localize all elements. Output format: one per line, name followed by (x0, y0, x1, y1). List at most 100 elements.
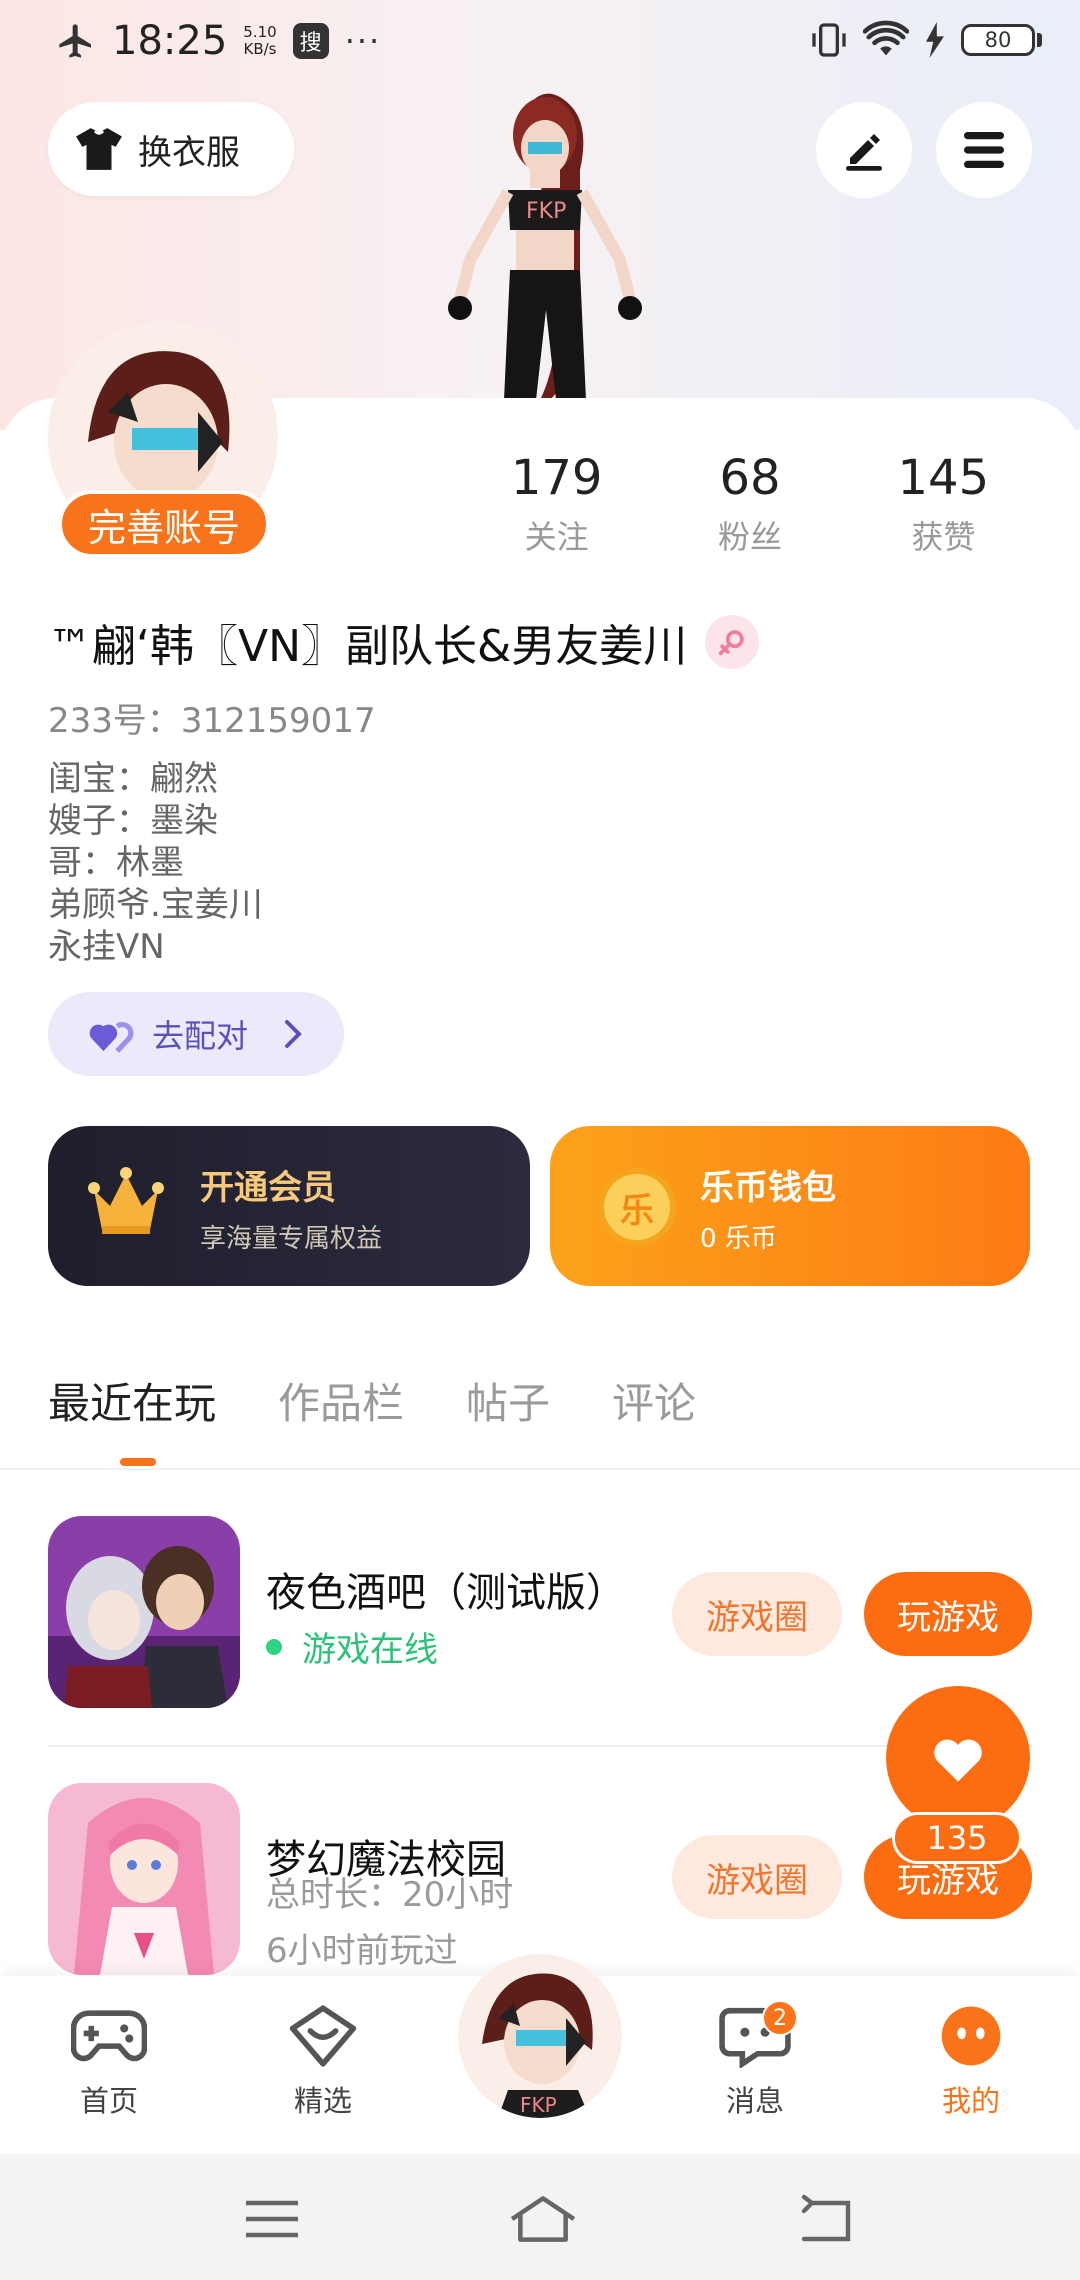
complete-account-button[interactable]: 完善账号 (58, 490, 270, 558)
stat-followers[interactable]: 68 粉丝 (653, 450, 846, 558)
game-last-played: 6小时前玩过 (266, 1931, 458, 1971)
tab-works[interactable]: 作品栏 (278, 1370, 404, 1431)
bio-line: 嫂子：墨染 (48, 801, 218, 841)
svg-text:FKP: FKP (520, 2093, 557, 2117)
game-circle-button[interactable]: 游戏圈 (672, 1572, 842, 1656)
heart-box-icon (289, 2005, 357, 2067)
floating-like-button[interactable] (886, 1686, 1030, 1830)
magic-campus-cover (48, 1783, 240, 1975)
charging-icon (926, 22, 944, 58)
nav-label-home: 首页 (79, 2084, 138, 2118)
active-tab-indicator (120, 1458, 156, 1466)
play-game-button[interactable]: 玩游戏 (864, 1572, 1032, 1656)
character-model-figure[interactable]: FKP (430, 80, 660, 400)
tab-posts[interactable]: 帖子 (466, 1370, 550, 1431)
menu-button[interactable] (936, 102, 1032, 198)
nav-center-avatar-button[interactable]: FKP (458, 1954, 622, 2118)
tabs-divider (0, 1468, 1080, 1470)
followers-count: 68 (719, 450, 781, 506)
go-pair-button[interactable]: 去配对 (48, 992, 344, 1076)
tab-comments[interactable]: 评论 (612, 1370, 696, 1431)
game-name: 夜色酒吧（测试版） (266, 1570, 626, 1616)
wallet-title: 乐币钱包 (700, 1168, 836, 1208)
go-pair-label: 去配对 (152, 1017, 249, 1055)
game-circle-button[interactable]: 游戏圈 (672, 1835, 842, 1919)
coin-wallet-card[interactable]: 乐 乐币钱包 0 乐币 (550, 1126, 1030, 1286)
nav-label-featured: 精选 (293, 2084, 352, 2118)
profile-stats: 179 关注 68 粉丝 145 获赞 (460, 450, 1040, 558)
wifi-icon (863, 20, 909, 56)
vip-title: 开通会员 (200, 1168, 336, 1208)
bio-line: 弟顾爷.宝姜川 (48, 885, 263, 925)
night-bar-cover (48, 1516, 240, 1708)
search-app-notification-icon: 搜 (292, 23, 329, 59)
game-status-label: 游戏在线 (302, 1630, 438, 1670)
face-icon (941, 2006, 1001, 2066)
heart-icon (934, 1739, 982, 1782)
followers-label: 粉丝 (717, 518, 782, 556)
user-id: 233号：312159017 (48, 701, 376, 741)
crown-icon (88, 1167, 164, 1234)
following-count: 179 (510, 450, 603, 506)
game-icon-magic-campus[interactable] (48, 1783, 240, 1975)
bio-line: 闺宝：翩然 (48, 759, 218, 799)
stat-following[interactable]: 179 关注 (460, 450, 653, 558)
female-gender-icon (705, 615, 760, 669)
profile-tabs: 最近在玩 作品栏 帖子 评论 (48, 1370, 696, 1431)
battery-indicator: 80 (961, 24, 1035, 56)
likes-label: 获赞 (911, 518, 976, 556)
network-speed-value: 5.10 (243, 23, 277, 41)
unread-messages-badge: 2 (762, 2000, 798, 2036)
network-speed: 5.10 KB/s (243, 24, 276, 58)
home-icon[interactable] (508, 2194, 578, 2244)
svg-text:FKP: FKP (526, 199, 566, 224)
hamburger-menu-icon (964, 132, 1004, 168)
recent-apps-icon[interactable] (242, 2194, 302, 2244)
game-play-duration: 总时长：20小时 (266, 1875, 514, 1915)
network-speed-unit: KB/s (243, 40, 277, 58)
nav-item-messages[interactable]: 2 消息 (690, 2000, 820, 2120)
edit-pen-icon (846, 134, 882, 171)
tshirt-icon (76, 128, 122, 170)
username-row: ™翩‘韩〖VN〗副队长&男友姜川 (48, 610, 760, 674)
airplane-mode-icon (59, 24, 91, 58)
vip-membership-card[interactable]: 开通会员 享海量专属权益 (48, 1126, 530, 1286)
le-coin-icon: 乐 (598, 1168, 676, 1246)
vibrate-icon (812, 23, 846, 57)
nav-label-mine: 我的 (941, 2084, 1000, 2118)
edit-profile-button[interactable] (816, 102, 912, 198)
double-heart-icon (89, 1022, 134, 1053)
status-time: 18:25 (112, 18, 228, 64)
nav-avatar-image: FKP (458, 1954, 622, 2118)
game-list-item[interactable]: 夜色酒吧（测试版） 游戏在线 游戏圈 玩游戏 (48, 1516, 1032, 1710)
like-count-badge: 135 (892, 1812, 1022, 1864)
gamepad-icon (70, 2010, 148, 2062)
more-notifications-icon: ··· (344, 22, 382, 60)
battery-tip (1037, 33, 1042, 47)
nav-item-featured[interactable]: 精选 (258, 2004, 388, 2120)
change-outfit-button[interactable]: 换衣服 (48, 102, 294, 196)
vip-subtitle: 享海量专属权益 (200, 1224, 383, 1254)
username: ™翩‘韩〖VN〗副队长&男友姜川 (48, 621, 688, 672)
wallet-balance: 0 乐币 (700, 1224, 777, 1254)
game-icon-night-bar[interactable] (48, 1516, 240, 1708)
tab-recently-played[interactable]: 最近在玩 (48, 1370, 216, 1431)
nav-item-mine[interactable]: 我的 (906, 2004, 1036, 2120)
bio-line: 永挂VN (48, 927, 165, 967)
following-label: 关注 (524, 518, 589, 556)
system-navigation-bar (0, 2154, 1080, 2280)
likes-count: 145 (897, 450, 990, 506)
profile-bio: 闺宝：翩然 嫂子：墨染 哥：林墨 弟顾爷.宝姜川 永挂VN (48, 758, 263, 968)
nav-item-home[interactable]: 首页 (44, 2004, 174, 2120)
status-bar: 18:25 5.10 KB/s 搜 ··· 80 (0, 0, 1080, 84)
online-dot-icon (266, 1638, 282, 1655)
bio-line: 哥：林墨 (48, 843, 184, 883)
game-online-status: 游戏在线 (266, 1622, 438, 1671)
back-icon[interactable] (796, 2194, 856, 2244)
list-divider (48, 1745, 1032, 1747)
change-outfit-label: 换衣服 (138, 132, 240, 173)
nav-label-messages: 消息 (725, 2084, 784, 2118)
chevron-right-icon (285, 1020, 302, 1048)
stat-likes[interactable]: 145 获赞 (847, 450, 1040, 558)
le-coin-glyph: 乐 (620, 1190, 654, 1231)
